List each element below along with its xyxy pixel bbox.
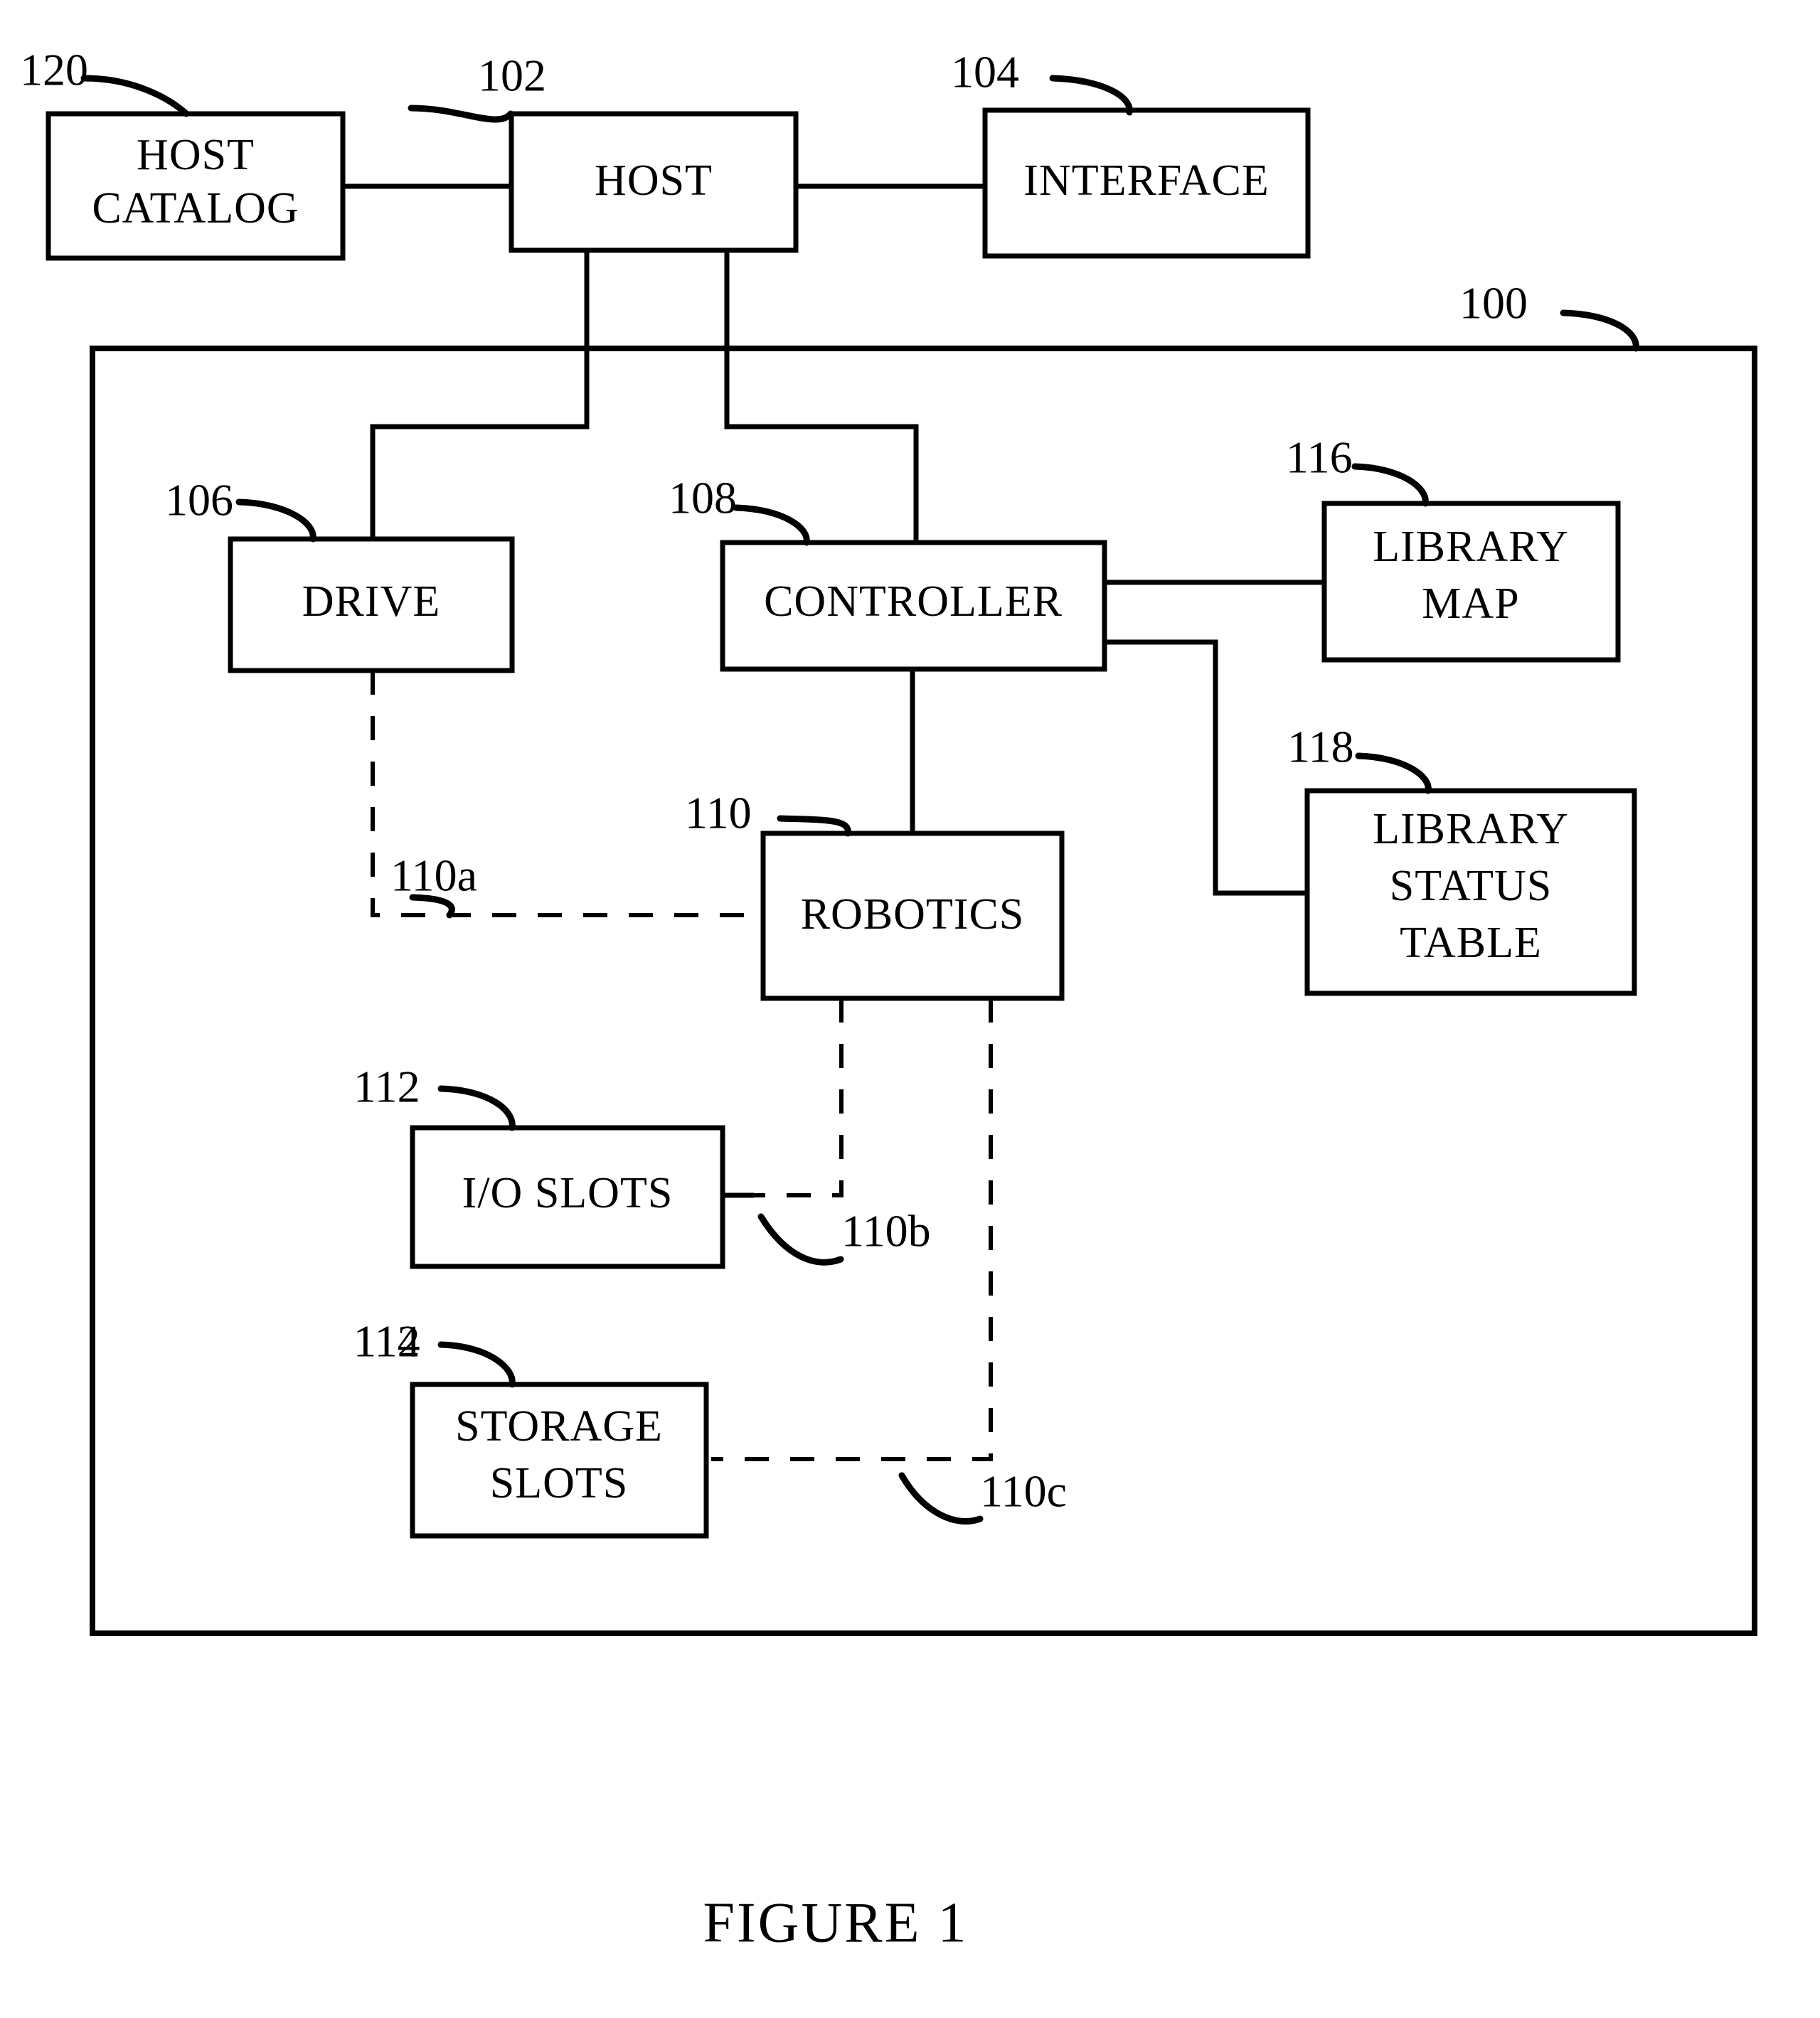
leader-120 [80, 75, 190, 117]
storage-slots-label-line1: STORAGE [455, 1402, 663, 1451]
patent-figure: HOST CATALOG HOST INTERFACE DRIVE CONTRO… [0, 0, 1820, 2018]
connector-host-to-controller [724, 250, 919, 543]
library-status-table-label-line3: TABLE [1400, 919, 1542, 967]
ref-numeral-110c: 110c [980, 1466, 1067, 1517]
leader-108 [733, 504, 810, 546]
library-map-label-line1: LIBRARY [1373, 523, 1569, 571]
leader-104 [1049, 75, 1133, 116]
storage-slots-label-line2: SLOTS [490, 1459, 628, 1507]
interface-label: INTERFACE [1023, 156, 1269, 205]
figure-caption: FIGURE 1 [703, 1891, 969, 1954]
ref-numeral-100: 100 [1459, 278, 1528, 329]
leader-lines-slots [437, 1085, 516, 1388]
ref-numeral-106: 106 [165, 475, 233, 525]
io-slots-label: I/O SLOTS [462, 1169, 674, 1217]
drive-label: DRIVE [302, 577, 440, 626]
leader-118 [1355, 752, 1432, 794]
ref-numeral-110b: 110b [841, 1206, 931, 1256]
ref-numeral-108: 108 [669, 473, 737, 523]
ref-numeral-104: 104 [951, 47, 1019, 97]
host-label: HOST [595, 156, 713, 205]
robotics-dashed-paths [371, 671, 993, 1461]
dashed-path-110b-robotics-to-io-slots [754, 998, 844, 1197]
ref-numeral-118: 118 [1287, 722, 1354, 772]
library-status-table-label-line2: STATUS [1390, 862, 1552, 910]
connection-lines [343, 183, 1324, 1198]
leader-110b [757, 1213, 844, 1266]
ref-numeral-114-label: 114 [353, 1316, 420, 1367]
leader-100 [1560, 309, 1639, 352]
library-map-label-line2: MAP [1422, 580, 1519, 628]
connector-host-to-drive [370, 250, 590, 539]
ref-numeral-112-label: 112 [353, 1062, 420, 1112]
ref-numeral-120: 120 [20, 45, 88, 95]
connector-controller-to-library-status-table [1105, 639, 1307, 896]
leader-102 [408, 105, 514, 123]
reference-numerals: 120 102 104 100 106 108 116 118 110 110a… [20, 45, 1528, 1517]
ref-numeral-102: 102 [478, 50, 546, 101]
controller-label: CONTROLLER [764, 577, 1063, 626]
leader-112 [437, 1085, 516, 1131]
ref-numeral-110a: 110a [390, 850, 477, 901]
host-catalog-label-line1: HOST [137, 131, 255, 179]
leader-116 [1351, 463, 1429, 507]
reference-leader-lines [80, 75, 1639, 1525]
leader-114 [437, 1341, 516, 1388]
leader-110c [898, 1472, 984, 1525]
library-status-table-label-line1: LIBRARY [1373, 805, 1569, 853]
ref-numeral-110: 110 [685, 788, 752, 838]
ref-numeral-116: 116 [1286, 432, 1353, 483]
robotics-label: ROBOTICS [801, 890, 1025, 939]
host-catalog-label-line2: CATALOG [92, 184, 299, 233]
leader-106 [235, 498, 316, 543]
diagram-canvas: HOST CATALOG HOST INTERFACE DRIVE CONTRO… [20, 45, 1757, 1954]
